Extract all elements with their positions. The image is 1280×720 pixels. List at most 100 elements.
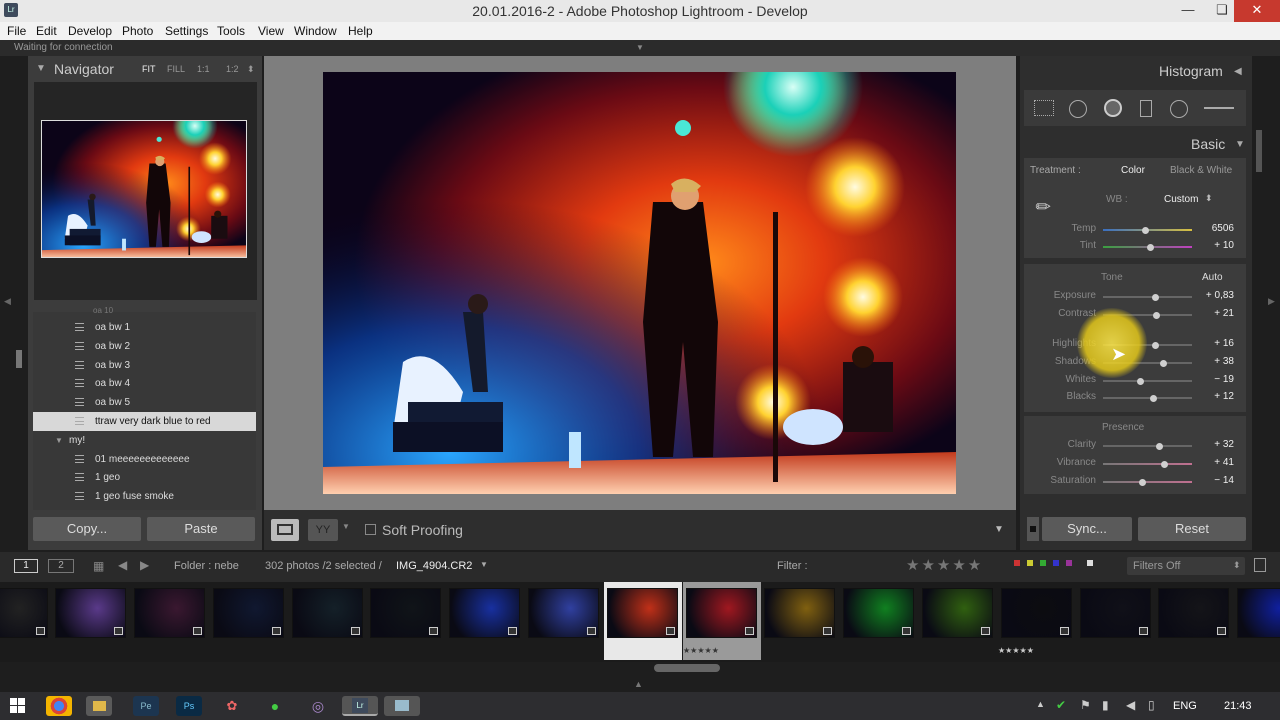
photoshop-icon[interactable]: Ps <box>176 696 202 716</box>
preset-item[interactable]: 01 meeeeeeeeeeeee <box>33 450 256 469</box>
slider-knob[interactable] <box>1149 395 1157 402</box>
rating-filter[interactable]: ★★★★★ <box>906 556 983 574</box>
filmstrip-cell[interactable] <box>1155 582 1233 660</box>
slider-value[interactable]: + 38 <box>1194 356 1234 367</box>
filmstrip-thumbnail[interactable] <box>1080 588 1151 638</box>
preset-item[interactable]: ttraw very dark blue to red <box>33 412 256 431</box>
app-icon[interactable]: ✿ <box>219 696 245 716</box>
filmstrip-cell[interactable] <box>52 582 130 660</box>
tray-sync-icon[interactable]: ✔ <box>1056 698 1066 712</box>
lightroom-taskbar-button[interactable]: Lr <box>342 696 378 716</box>
histogram-collapse-icon[interactable]: ◀ <box>1234 66 1242 77</box>
viber-icon[interactable]: ◎ <box>305 696 331 716</box>
menu-edit[interactable]: Edit <box>36 24 57 38</box>
slider-value[interactable]: + 12 <box>1194 391 1234 402</box>
navigator-preview[interactable] <box>41 120 247 258</box>
right-panel-toggle-icon[interactable]: ▶ <box>1268 296 1275 307</box>
green-app-icon[interactable]: ● <box>262 696 288 716</box>
bottom-panel-toggle-icon[interactable]: ▲ <box>634 679 643 689</box>
reset-button[interactable]: Reset <box>1138 517 1246 541</box>
slider-value[interactable]: + 41 <box>1194 457 1234 468</box>
folder-expand-icon[interactable]: ▼ <box>55 436 63 445</box>
custom-label-icon[interactable] <box>1087 560 1093 566</box>
close-button[interactable]: ✕ <box>1234 0 1280 22</box>
filmstrip-thumbnail[interactable] <box>843 588 914 638</box>
zoom-1-2[interactable]: 1:2 <box>226 64 239 74</box>
preset-item[interactable]: oa bw 4 <box>33 374 256 393</box>
filmstrip-cell[interactable] <box>0 582 52 660</box>
back-arrow-icon[interactable]: ◀ <box>118 558 127 572</box>
slider-knob[interactable] <box>1160 461 1168 468</box>
loupe-view-button[interactable] <box>271 519 299 541</box>
basic-title[interactable]: Basic <box>1191 136 1225 152</box>
menu-window[interactable]: Window <box>294 24 337 38</box>
navigator-header[interactable]: ▼ Navigator FIT FILL 1:1 1:2 ⬍ <box>34 58 259 80</box>
purple-label-icon[interactable] <box>1066 560 1072 566</box>
graduated-filter-icon[interactable] <box>1140 100 1152 117</box>
tray-expand-icon[interactable]: ▲ <box>1036 699 1045 709</box>
flag-icon[interactable]: ⚑ <box>1080 698 1091 712</box>
collapse-triangle-icon[interactable]: ▼ <box>36 63 46 74</box>
page-2-button[interactable]: 2 <box>48 559 74 573</box>
slider-knob[interactable] <box>1151 294 1159 301</box>
filmstrip-cell[interactable] <box>289 582 367 660</box>
radial-filter-icon[interactable] <box>1170 100 1188 118</box>
slider-knob[interactable] <box>1156 443 1164 450</box>
filmstrip-scrollbar[interactable] <box>654 664 720 672</box>
file-explorer-icon[interactable] <box>86 696 112 716</box>
menu-file[interactable]: File <box>7 24 26 38</box>
filmstrip-thumbnail[interactable] <box>55 588 126 638</box>
copy-button[interactable]: Copy... <box>33 517 141 541</box>
slider-knob[interactable] <box>1141 227 1149 234</box>
slider-value[interactable]: + 16 <box>1194 338 1234 349</box>
zoom-stepper-icon[interactable]: ⬍ <box>247 64 255 75</box>
forward-arrow-icon[interactable]: ▶ <box>140 558 149 572</box>
clock[interactable]: 21:43 <box>1224 700 1252 712</box>
slider-knob[interactable] <box>1159 360 1167 367</box>
treatment-black-white[interactable]: Black & White <box>1170 165 1232 176</box>
filmstrip-cell[interactable] <box>840 582 918 660</box>
right-scrollbar[interactable] <box>1256 130 1262 172</box>
zoom-fit[interactable]: FIT <box>142 64 156 74</box>
photoshop-elements-icon[interactable]: Pe <box>133 696 159 716</box>
preset-item[interactable]: 1 geo fuse smoke <box>33 487 256 506</box>
filmstrip-cell[interactable] <box>446 582 524 660</box>
preset-item[interactable]: oa bw 3 <box>33 356 256 375</box>
page-1-button[interactable]: 1 <box>14 559 38 573</box>
filmstrip-thumbnail[interactable] <box>213 588 284 638</box>
adjustment-brush-icon[interactable] <box>1204 107 1234 109</box>
filmstrip-cell[interactable] <box>761 582 839 660</box>
histogram-title[interactable]: Histogram <box>1159 63 1223 79</box>
preset-item[interactable]: oa bw 2 <box>33 337 256 356</box>
wb-value[interactable]: Custom <box>1164 194 1198 205</box>
filmstrip-thumbnail[interactable] <box>686 588 757 638</box>
main-photo[interactable] <box>323 72 956 494</box>
filmstrip-cell[interactable] <box>131 582 209 660</box>
green-label-icon[interactable] <box>1040 560 1046 566</box>
filter-lock-icon[interactable] <box>1254 558 1266 572</box>
filters-off-dropdown[interactable]: Filters Off ⬍ <box>1127 557 1245 575</box>
toolbar-menu-icon[interactable]: ▼ <box>994 524 1004 535</box>
filmstrip-thumbnail[interactable] <box>134 588 205 638</box>
filmstrip-cell[interactable] <box>919 582 997 660</box>
filmstrip-thumbnail[interactable] <box>292 588 363 638</box>
filmstrip-thumbnail[interactable] <box>1158 588 1229 638</box>
filmstrip-thumbnail[interactable] <box>0 588 48 638</box>
color-label-filter[interactable] <box>1014 560 1106 568</box>
yellow-label-icon[interactable] <box>1027 560 1033 566</box>
filename-dropdown-icon[interactable]: ▼ <box>480 560 488 569</box>
filmstrip-cell[interactable] <box>604 582 682 660</box>
menu-view[interactable]: View <box>258 24 284 38</box>
filmstrip-cell[interactable] <box>525 582 603 660</box>
battery-icon[interactable]: ▯ <box>1148 698 1155 712</box>
slider-track[interactable] <box>1103 378 1192 385</box>
zoom-fill[interactable]: FILL <box>167 64 185 74</box>
slider-knob[interactable] <box>1151 342 1159 349</box>
sync-button[interactable]: Sync... <box>1042 517 1132 541</box>
top-panel-toggle-icon[interactable]: ▼ <box>636 43 644 52</box>
volume-icon[interactable]: ◀ <box>1126 698 1135 712</box>
menu-help[interactable]: Help <box>348 24 373 38</box>
left-panel-toggle-icon[interactable]: ◀ <box>4 296 11 307</box>
menu-settings[interactable]: Settings <box>165 24 208 38</box>
chrome-icon[interactable] <box>46 696 72 716</box>
